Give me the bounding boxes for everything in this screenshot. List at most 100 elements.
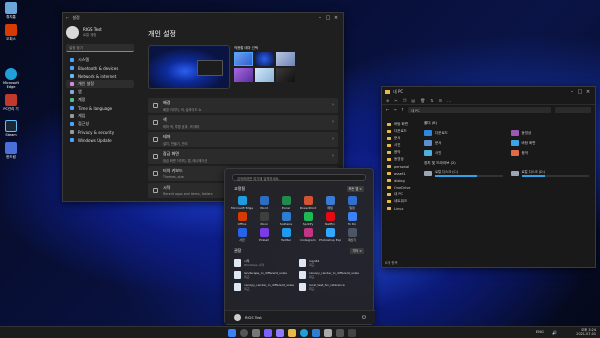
pinned-app[interactable]: Excel	[275, 196, 297, 210]
chat-icon[interactable]	[276, 329, 284, 337]
maximize-button[interactable]: □	[324, 15, 332, 21]
pinned-app[interactable]: Solitaire	[275, 212, 297, 226]
start-icon[interactable]	[228, 329, 236, 337]
folder-item[interactable]: 음악	[510, 148, 590, 158]
tree-item[interactable]: 동영상	[384, 156, 418, 163]
sidebar-item[interactable]: 개인 설정	[66, 80, 134, 88]
settings-row[interactable]: 잠금 화면 잠금 화면 이미지, 앱, 애니메이션 ›	[148, 149, 338, 164]
back-arrow-icon[interactable]: ←	[386, 107, 389, 112]
pinned-app[interactable]: To Do	[341, 212, 363, 226]
minimize-button[interactable]: –	[568, 89, 576, 95]
tree-item[interactable]: 네트워크	[384, 198, 418, 205]
drive-item[interactable]: 로컬 디스크 (C:)	[424, 168, 503, 178]
tree-item[interactable]: asset1	[384, 170, 418, 177]
more-button[interactable]: 기타 >	[350, 248, 364, 254]
pinned-app[interactable]: Pinball	[253, 228, 275, 242]
app-icon[interactable]	[336, 329, 344, 337]
view-icon[interactable]: ☰	[439, 98, 443, 103]
recommended-item[interactable]: canopy_render_in_different_scale 최근	[299, 269, 364, 281]
paste-icon[interactable]: ▤	[411, 98, 415, 103]
tree-item[interactable]: Linux	[384, 205, 418, 212]
close-button[interactable]: ×	[332, 15, 340, 21]
widgets-icon[interactable]	[264, 329, 272, 337]
pinned-app[interactable]: 일정	[341, 196, 363, 210]
folder-item[interactable]: 동영상	[510, 128, 590, 138]
tree-item[interactable]: OneDrive	[384, 184, 418, 191]
explorer-search-input[interactable]	[555, 106, 591, 113]
minimize-button[interactable]: –	[316, 15, 324, 21]
desktop-icon-edge[interactable]: Microsoft Edge	[1, 68, 21, 89]
desktop-icon-recycle[interactable]: 휴지통	[1, 2, 21, 19]
theme-tile[interactable]	[234, 68, 253, 82]
forward-arrow-icon[interactable]: →	[393, 107, 396, 112]
settings-row[interactable]: 배경 배경 이미지, 색, 슬라이드 쇼 ›	[148, 98, 338, 113]
clock[interactable]: 오후 3:24 2021-07-01	[566, 327, 596, 336]
sidebar-item[interactable]: 계정	[66, 96, 134, 104]
delete-icon[interactable]: 🗑	[420, 98, 425, 103]
recommended-item[interactable]: local_test_for_reference 최근	[299, 281, 364, 293]
pinned-app[interactable]: 계산기	[341, 228, 363, 242]
settings-row[interactable]: 색 테마 색, 투명 효과, 색 테마 ›	[148, 115, 338, 130]
tree-item[interactable]: dialog	[384, 177, 418, 184]
folder-item[interactable]: 문서	[424, 138, 503, 148]
sidebar-item[interactable]: Network & internet	[66, 72, 134, 80]
pinned-app[interactable]: Word	[253, 196, 275, 210]
desktop-icon-pc[interactable]: PC관리 기	[1, 94, 21, 111]
recommended-item[interactable]: rsgn61 최근	[299, 257, 364, 269]
tree-item[interactable]: 사진	[384, 142, 418, 149]
settings-row[interactable]: 테마 설치, 만들기, 관리 ›	[148, 132, 338, 147]
theme-tile[interactable]	[255, 68, 274, 82]
pinned-app[interactable]: Twitter	[275, 228, 297, 242]
pinned-app[interactable]: PowerPoint	[297, 196, 319, 210]
tree-item[interactable]: 다운로드	[384, 128, 418, 135]
language-indicator[interactable]: ENG	[536, 330, 544, 334]
pinned-app[interactable]: Xbox	[253, 212, 275, 226]
tree-item[interactable]: 문서	[384, 135, 418, 142]
recommended-item[interactable]: canopy_render_in_different_scale 최근	[234, 281, 299, 293]
sidebar-item[interactable]: 접근성	[66, 120, 134, 128]
copy-icon[interactable]: ❐	[403, 98, 407, 103]
up-arrow-icon[interactable]: ↑	[401, 107, 404, 112]
pinned-app[interactable]: 사진	[231, 228, 253, 242]
pinned-app[interactable]: Netflix	[319, 212, 341, 226]
tree-item[interactable]: 바탕 화면	[384, 121, 418, 128]
pinned-app[interactable]: Instagram	[297, 228, 319, 242]
search-icon[interactable]	[240, 329, 248, 337]
task-view-icon[interactable]	[252, 329, 260, 337]
tree-item[interactable]: 내 PC	[384, 191, 418, 198]
store-icon[interactable]	[312, 329, 320, 337]
avatar[interactable]	[234, 314, 241, 321]
all-apps-button[interactable]: 모든 앱 >	[346, 186, 364, 192]
theme-tile[interactable]	[276, 52, 295, 66]
power-icon[interactable]: ⏻	[362, 315, 366, 321]
settings-gear-icon[interactable]	[324, 329, 332, 337]
desktop-icon-app[interactable]: 한드림	[1, 142, 21, 159]
sidebar-item[interactable]: Windows Update	[66, 136, 134, 144]
sidebar-item[interactable]: 앱	[66, 88, 134, 96]
user-card[interactable]: RIGS Test 로컬 계정	[66, 23, 134, 41]
tree-item[interactable]: 음악	[384, 149, 418, 156]
folder-item[interactable]: 다운로드	[424, 128, 503, 138]
tree-item[interactable]: personal	[384, 163, 418, 170]
sidebar-item[interactable]: Privacy & security	[66, 128, 134, 136]
sidebar-item[interactable]: Bluetooth & devices	[66, 64, 134, 72]
desktop-icon-office[interactable]: 오피스	[1, 24, 21, 41]
sidebar-item[interactable]: 게임	[66, 112, 134, 120]
sidebar-item[interactable]: Time & language	[66, 104, 134, 112]
pinned-app[interactable]: 메일	[319, 196, 341, 210]
volume-icon[interactable]: 🔊	[552, 330, 557, 335]
close-button[interactable]: ×	[584, 89, 592, 95]
recommended-item[interactable]: landscape_in_different_scale 최근	[234, 269, 299, 281]
cut-icon[interactable]: ✂	[394, 98, 397, 103]
folder-item[interactable]: 바탕 화면	[510, 138, 590, 148]
more-icon[interactable]: …	[447, 98, 451, 103]
new-icon[interactable]: ⊕	[386, 98, 389, 103]
address-input[interactable]: 내 PC	[408, 106, 551, 113]
sidebar-item[interactable]: 시스템	[66, 56, 134, 64]
pinned-app[interactable]: Photoshop Express	[319, 228, 341, 242]
folder-item[interactable]: 사진	[424, 148, 503, 158]
back-arrow-icon[interactable]: ←	[66, 15, 69, 20]
file-explorer-icon[interactable]	[288, 329, 296, 337]
sort-icon[interactable]: ⇅	[430, 98, 433, 103]
maximize-button[interactable]: □	[576, 89, 584, 95]
